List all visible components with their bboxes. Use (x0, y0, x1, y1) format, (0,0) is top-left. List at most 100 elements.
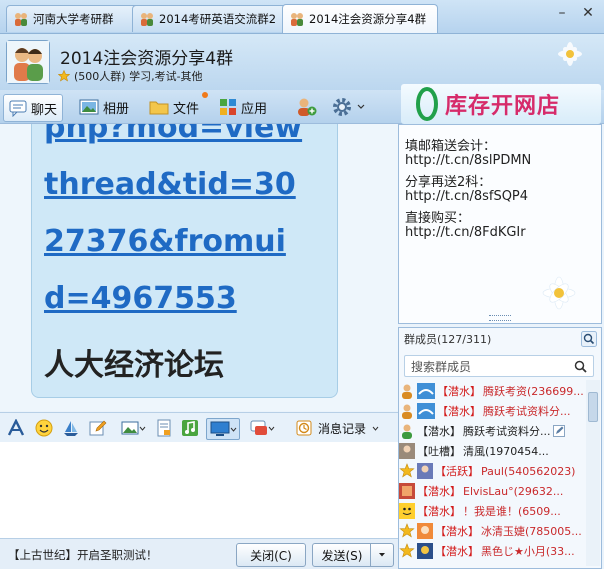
tab-bar: 河南大学考研群 2014考研英语交流群2 2014注会资源分享4群 – ✕ (0, 0, 604, 34)
member-row[interactable]: 【潜水】 腾跃考试资料分... (399, 401, 589, 421)
message-link-line[interactable]: 27376&fromui (44, 224, 286, 259)
apps-grid-icon (220, 99, 236, 115)
status-ticker[interactable]: 【上古世纪】开启圣职测试！ (8, 547, 158, 563)
notice-line[interactable]: http://t.cn/8sfSQP4 (405, 189, 528, 204)
gear-icon (333, 98, 351, 116)
tab-apps-label: 应用 (241, 101, 268, 117)
send-button[interactable]: 发送(S) (312, 543, 372, 567)
shake-window-button[interactable] (61, 418, 81, 438)
tab-files-label: 文件 (173, 101, 200, 117)
member-person-icon (402, 424, 412, 439)
send-options-button[interactable] (370, 543, 394, 567)
tab-english-group[interactable]: 2014考研英语交流群2 (132, 5, 294, 32)
member-count: 群成员(127/311) (399, 328, 601, 350)
member-avatar-icon (399, 503, 415, 519)
message-history-button[interactable]: 消息记录 (296, 418, 386, 438)
member-row[interactable]: 【潜水】 冰清玉婕(785005... (399, 521, 589, 541)
member-name: ElvisLau°(29632... (463, 484, 564, 498)
minimize-button[interactable]: – (552, 4, 572, 22)
red-packet-button[interactable] (246, 418, 278, 438)
message-input[interactable] (0, 442, 398, 538)
notice-line[interactable]: http://t.cn/8slPDMN (405, 153, 531, 168)
message-link-line[interactable]: thread&tid=30 (44, 167, 296, 202)
member-role: 【潜水】 (417, 485, 461, 498)
crown-icon (399, 463, 415, 478)
member-avatar-icon (417, 543, 433, 559)
tab-apps[interactable]: 应用 (214, 94, 272, 120)
group-avatar[interactable] (6, 40, 50, 84)
member-row[interactable]: 【潜水】 ElvisLau°(29632... (399, 481, 589, 501)
image-button[interactable] (118, 418, 148, 438)
admin-badge-icon (402, 384, 412, 399)
member-search-input[interactable]: 搜索群成员 (404, 355, 594, 377)
close-window-button[interactable]: ✕ (578, 4, 598, 22)
tab-label: 2014注会资源分享4群 (309, 12, 427, 26)
chat-bubble-icon (250, 420, 267, 435)
font-button[interactable] (6, 418, 26, 438)
doodle-button[interactable] (88, 418, 108, 438)
search-icon (574, 360, 587, 373)
tab-chat-label: 聊天 (31, 102, 58, 118)
member-role: 【潜水】 (417, 425, 461, 438)
document-icon (157, 419, 171, 437)
notice-flower-decoration (542, 276, 576, 310)
member-panel: 群成员(127/311) 搜索群成员 【潜水】 腾跃考资(236699... 【… (398, 327, 602, 569)
notification-dot (202, 92, 209, 98)
member-row[interactable]: 【潜水】 腾跃考试资料分... (399, 421, 589, 441)
group-icon (141, 13, 153, 26)
chevron-down-icon (139, 426, 145, 431)
tab-henan-university[interactable]: 河南大学考研群 (6, 5, 144, 32)
tab-chat[interactable]: 聊天 (3, 94, 64, 122)
member-name: ！我是谁！(6509... (463, 505, 561, 518)
message-link-line[interactable]: php?mod=view (44, 124, 302, 145)
group-notice-panel: 填邮箱送会计： http://t.cn/8slPDMN 分享再送2科： http… (398, 124, 602, 324)
add-user-icon (298, 98, 317, 116)
member-name: 腾跃考试资料分... (483, 405, 571, 418)
panel-resize-handle[interactable] (489, 315, 511, 321)
member-role: 【潜水】 (437, 385, 481, 398)
folder-icon (149, 101, 169, 115)
message-link-line[interactable]: d=4967553 (44, 281, 237, 316)
tab-label: 河南大学考研群 (33, 12, 114, 26)
music-button[interactable] (180, 418, 200, 438)
member-avatar-icon (399, 443, 415, 459)
member-scrollbar-thumb[interactable] (588, 392, 598, 422)
member-search-placeholder: 搜索群成员 (411, 359, 472, 374)
close-button[interactable]: 关闭(C) (236, 543, 306, 567)
settings-menu-button[interactable] (326, 94, 370, 120)
member-row[interactable]: 【潜水】 ！我是谁！(6509... (399, 501, 589, 521)
tab-label: 2014考研英语交流群2 (159, 12, 277, 26)
notice-line: 填邮箱送会计： (405, 139, 497, 154)
sailboat-icon (64, 421, 78, 436)
group-subtitle: (500人群) 学习,考试-其他 (74, 70, 203, 83)
notice-line[interactable]: http://t.cn/8FdKGIr (405, 225, 526, 240)
member-role: 【潜水】 (437, 405, 481, 418)
member-role: 【潜水】 (417, 505, 461, 518)
group-avatar-icon (7, 41, 49, 83)
member-row[interactable]: 【潜水】 黑色じ★小月(33... (399, 541, 589, 561)
chat-message-area[interactable]: php?mod=view thread&tid=30 27376&fromui … (0, 124, 398, 411)
message-forum-name: 人大经济论坛 (44, 348, 224, 383)
screenshot-button[interactable] (206, 418, 240, 440)
search-icon[interactable] (581, 331, 597, 347)
emoji-button[interactable] (34, 418, 54, 438)
member-name: 清風(1970454... (463, 445, 549, 458)
ad-banner[interactable]: 库存开网店 (401, 84, 601, 124)
tab-album[interactable]: 相册 (74, 94, 134, 120)
screen-capture-icon (210, 421, 229, 436)
member-name: 腾跃考资(236699... (483, 385, 584, 398)
brand-logo-icon (416, 87, 438, 121)
edit-icon[interactable] (552, 425, 565, 437)
photo-album-icon (79, 99, 99, 115)
member-row[interactable]: 【潜水】 腾跃考资(236699... (399, 381, 589, 401)
member-avatar-icon (399, 483, 415, 499)
star-icon (58, 70, 70, 82)
member-row[interactable]: 【活跃】 Paul(540562023) (399, 461, 589, 481)
file-transfer-button[interactable] (154, 418, 174, 438)
member-row[interactable]: 【吐槽】 清風(1970454... (399, 441, 589, 461)
add-member-button[interactable] (290, 94, 322, 120)
tab-files[interactable]: 文件 (144, 92, 209, 120)
chevron-down-icon (230, 427, 236, 432)
tab-cpa-resources[interactable]: 2014注会资源分享4群 (282, 4, 438, 33)
crown-icon (399, 523, 415, 538)
